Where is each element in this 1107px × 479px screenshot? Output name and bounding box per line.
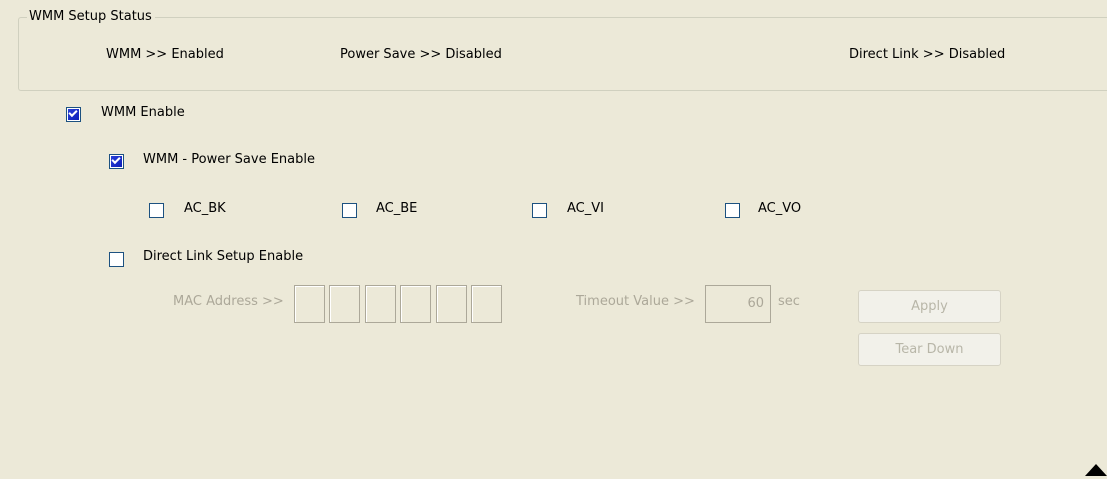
mac-octet-4-field[interactable] <box>400 285 431 323</box>
ac-vo-label: AC_VO <box>758 201 802 216</box>
wmm-power-save-checkbox[interactable] <box>109 154 124 169</box>
ac-bk-checkbox[interactable] <box>149 203 164 218</box>
ac-vo-checkbox[interactable] <box>725 203 740 218</box>
wmm-enable-checkbox[interactable] <box>66 107 81 122</box>
direct-link-setup-checkbox[interactable] <box>109 252 124 267</box>
mac-octet-6-field[interactable] <box>471 285 502 323</box>
wmm-status: WMM >> Enabled <box>106 47 224 62</box>
power-save-status: Power Save >> Disabled <box>340 47 502 62</box>
ac-be-label: AC_BE <box>376 201 418 216</box>
scroll-up-arrow-icon[interactable] <box>1085 464 1107 476</box>
group-title: WMM Setup Status <box>27 9 155 24</box>
ac-be-checkbox[interactable] <box>342 203 357 218</box>
tear-down-button[interactable]: Tear Down <box>858 333 1001 366</box>
ac-bk-label: AC_BK <box>184 201 226 216</box>
timeout-label: Timeout Value >> <box>576 294 695 309</box>
direct-link-status: Direct Link >> Disabled <box>849 47 1006 62</box>
mac-address-label: MAC Address >> <box>173 294 284 309</box>
ac-vi-checkbox[interactable] <box>532 203 547 218</box>
timeout-unit: sec <box>778 294 800 309</box>
wmm-enable-label: WMM Enable <box>101 105 185 120</box>
apply-button[interactable]: Apply <box>858 290 1001 323</box>
mac-octet-5-field[interactable] <box>436 285 467 323</box>
mac-octet-1-field[interactable] <box>294 285 325 323</box>
wmm-power-save-label: WMM - Power Save Enable <box>143 152 316 167</box>
direct-link-setup-label: Direct Link Setup Enable <box>143 249 304 264</box>
ac-vi-label: AC_VI <box>567 201 604 216</box>
mac-octet-2-field[interactable] <box>329 285 360 323</box>
mac-octet-3-field[interactable] <box>365 285 396 323</box>
timeout-value-field[interactable]: 60 <box>705 285 771 323</box>
